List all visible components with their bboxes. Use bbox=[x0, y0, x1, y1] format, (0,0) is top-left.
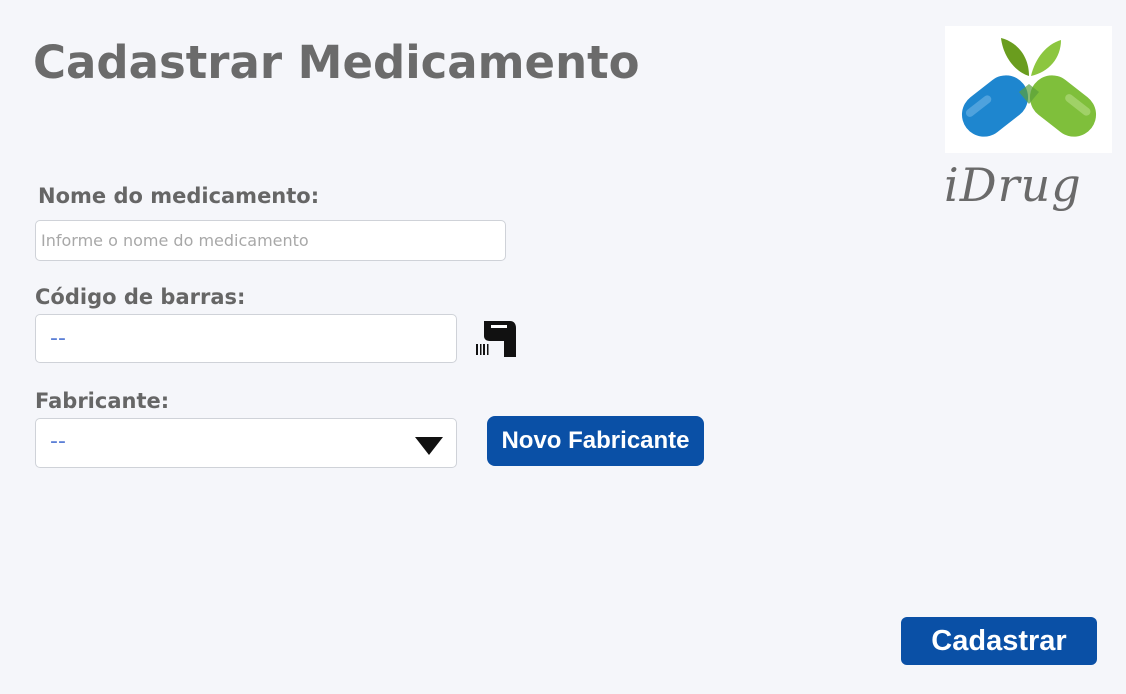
chevron-down-icon bbox=[415, 437, 443, 455]
app-logo bbox=[945, 26, 1112, 153]
page-title: Cadastrar Medicamento bbox=[33, 36, 640, 89]
new-manufacturer-button[interactable]: Novo Fabricante bbox=[487, 416, 704, 466]
medication-name-input[interactable] bbox=[35, 220, 506, 261]
brand-name: iDrug bbox=[944, 158, 1082, 212]
barcode-scanner-icon[interactable] bbox=[474, 317, 518, 361]
name-field-label: Nome do medicamento: bbox=[38, 184, 320, 208]
manufacturer-select[interactable]: -- bbox=[35, 418, 457, 468]
barcode-field-label: Código de barras: bbox=[35, 285, 246, 309]
manufacturer-selected-value: -- bbox=[50, 429, 66, 454]
pill-leaves-logo-icon bbox=[961, 38, 1097, 137]
manufacturer-field-label: Fabricante: bbox=[35, 389, 170, 413]
submit-button[interactable]: Cadastrar bbox=[901, 617, 1097, 665]
barcode-input[interactable] bbox=[35, 314, 457, 363]
